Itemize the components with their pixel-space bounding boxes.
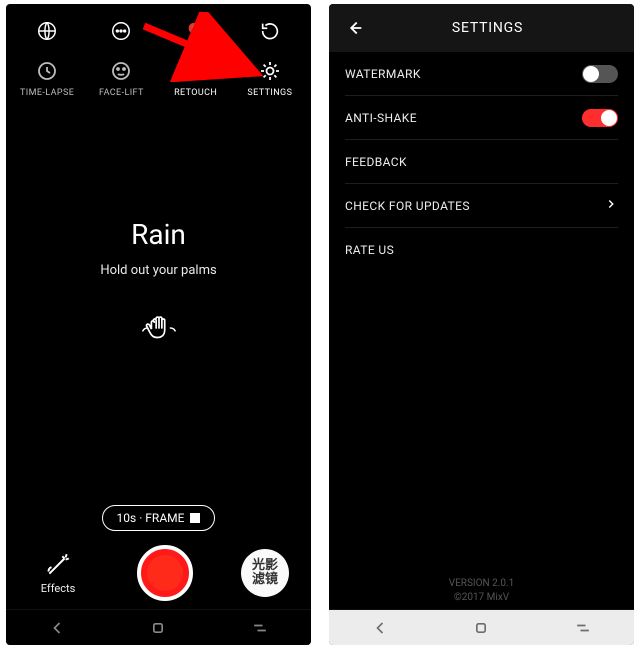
settings-title: SETTINGS [355,20,620,36]
row-label: RATE US [345,243,394,257]
face-icon [108,58,134,84]
tool-retouch[interactable]: RETOUCH [161,58,231,98]
nav-recent-icon[interactable] [248,616,272,640]
tool-facelift[interactable]: FACE-LIFT [86,58,156,98]
nav-home-icon[interactable] [469,616,493,640]
nav-home-icon[interactable] [146,616,170,640]
row-label: WATERMARK [345,67,421,81]
frame-pill[interactable]: 10s · FRAME [102,505,216,531]
stop-square-icon [190,513,200,523]
filter-badge[interactable]: 光影 滤镜 [241,549,289,597]
frame-label: 10s · FRAME [117,511,185,525]
android-navbar [329,609,634,645]
badge-line1: 光影 [252,559,278,573]
tool-timelapse[interactable]: TIME-LAPSE [12,58,82,98]
gear-icon [257,58,283,84]
nav-back-icon[interactable] [45,616,69,640]
row-label: CHECK FOR UPDATES [345,199,470,213]
tools-row: TIME-LAPSE FACE-LIFT RETOUCH SETTINGS [6,54,311,98]
tool-label: FACE-LIFT [99,88,144,98]
row-updates[interactable]: CHECK FOR UPDATES [345,184,618,228]
settings-screen: SETTINGS WATERMARK ANTI-SHAKE FEEDBACK C… [329,4,634,645]
effect-info: Rain Hold out your palms [6,98,311,505]
effects-button[interactable]: Effects [28,552,88,595]
bottom-row: Effects 光影 滤镜 [6,545,311,609]
rotate-icon[interactable] [258,19,282,43]
smile-icon [183,58,209,84]
tool-label: SETTINGS [247,88,292,98]
android-navbar [6,609,311,645]
more-icon[interactable] [109,19,133,43]
row-rate[interactable]: RATE US [345,228,618,272]
top-icon-row [6,4,311,44]
chevron-right-icon [604,196,618,215]
row-feedback[interactable]: FEEDBACK [345,140,618,184]
footer-info: VERSION 2.0.1 ©2017 MixV [329,577,634,609]
settings-header: SETTINGS [329,4,634,52]
toggle-antishake[interactable] [582,109,618,127]
nav-recent-icon[interactable] [571,616,595,640]
globe-icon[interactable] [35,19,59,43]
nav-back-icon[interactable] [368,616,392,640]
version-text: VERSION 2.0.1 [329,577,634,591]
row-watermark[interactable]: WATERMARK [345,52,618,96]
row-antishake[interactable]: ANTI-SHAKE [345,96,618,140]
row-label: FEEDBACK [345,155,407,169]
tool-settings[interactable]: SETTINGS [235,58,305,98]
clock-icon [34,58,60,84]
wand-icon [45,552,71,578]
tool-label: TIME-LAPSE [20,88,74,98]
effects-label: Effects [41,582,76,595]
badge-line2: 滤镜 [252,573,278,587]
hand-wave-icon [140,312,178,344]
color-filter-icon[interactable] [184,19,208,43]
effect-hint: Hold out your palms [100,263,216,278]
record-button[interactable] [137,545,193,601]
camera-screen: TIME-LAPSE FACE-LIFT RETOUCH SETTINGS Ra [6,4,311,645]
settings-list: WATERMARK ANTI-SHAKE FEEDBACK CHECK FOR … [329,52,634,577]
effect-title: Rain [131,218,186,251]
row-label: ANTI-SHAKE [345,111,417,125]
copyright-text: ©2017 MixV [329,591,634,605]
tool-label: RETOUCH [174,88,217,98]
toggle-watermark[interactable] [582,65,618,83]
